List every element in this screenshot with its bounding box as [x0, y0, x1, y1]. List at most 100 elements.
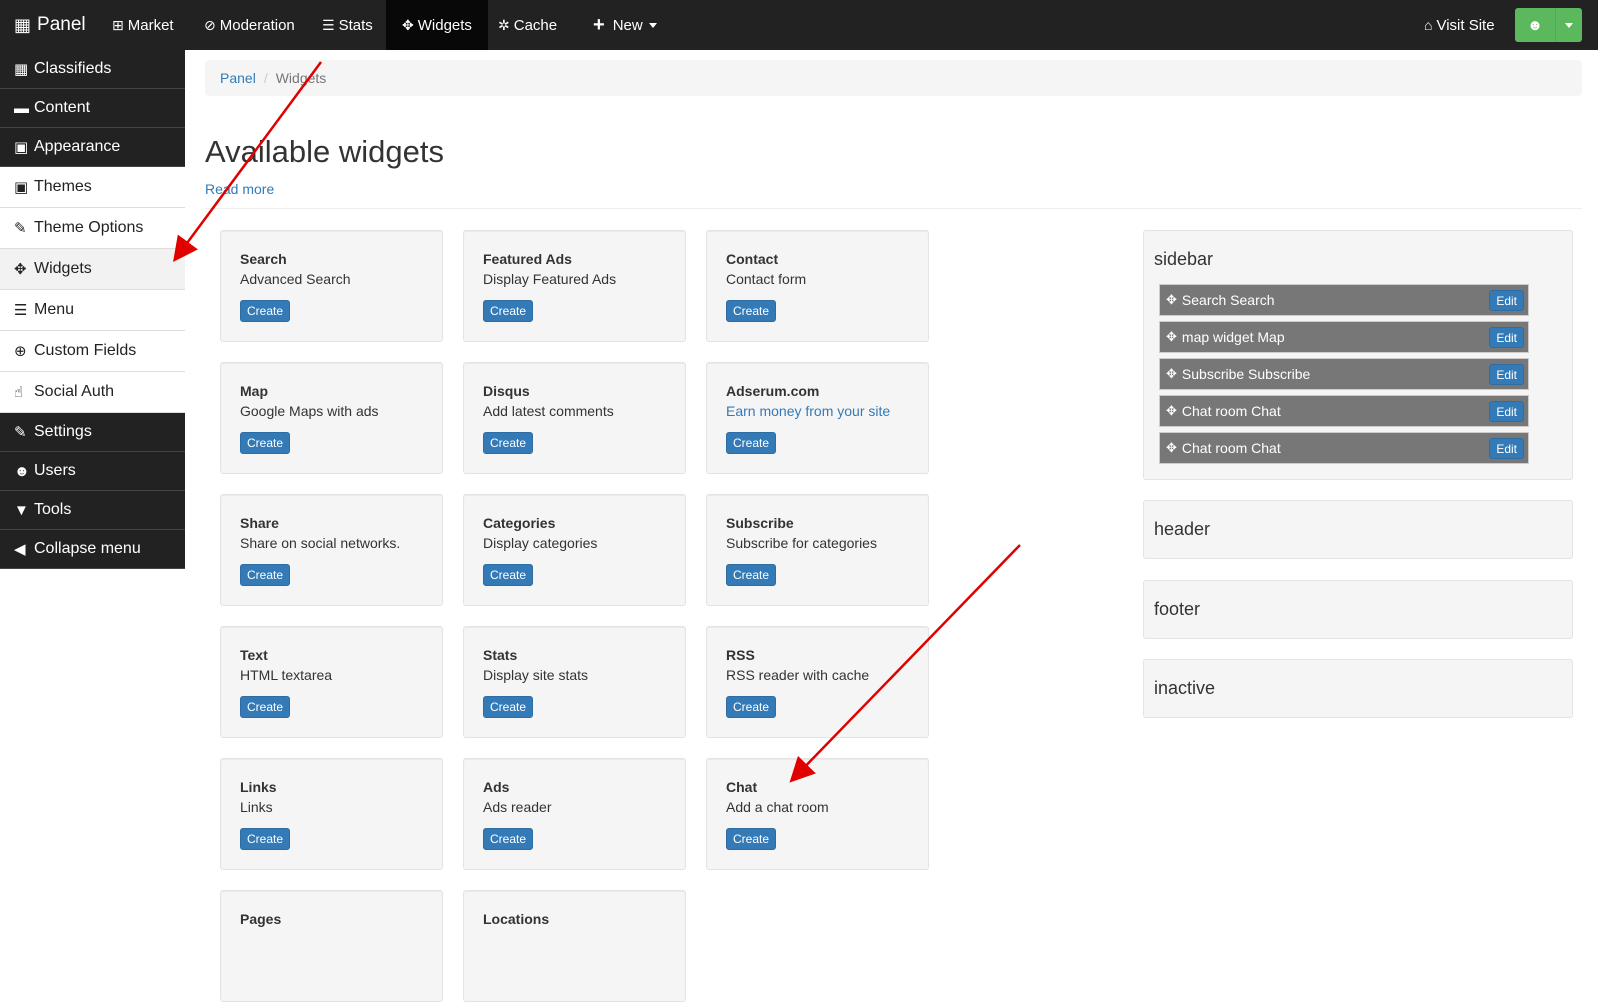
widget-description: Google Maps with ads	[240, 403, 379, 419]
nav-cache[interactable]: ✲ Cache	[486, 0, 569, 50]
breadcrumb-root-link[interactable]: Panel	[220, 70, 256, 86]
sidebar-item-users[interactable]: ☻ Users	[0, 452, 185, 491]
picture-icon: ▣	[14, 139, 29, 156]
move-icon: ✥	[14, 261, 27, 278]
widget-description: Links	[240, 799, 273, 815]
create-widget-button[interactable]: Create	[240, 696, 291, 718]
create-widget-button[interactable]: Create	[240, 564, 291, 586]
zone-widget-item[interactable]: ✥ map widget Map Edit	[1159, 321, 1529, 353]
sidebar-item-menu[interactable]: ☰ Menu	[0, 290, 185, 331]
sidebar-item-label: Widgets	[34, 260, 92, 277]
filter-icon: ▼	[14, 501, 29, 519]
edit-widget-button[interactable]: Edit	[1489, 401, 1524, 422]
create-widget-button[interactable]: Create	[726, 696, 777, 718]
create-widget-button[interactable]: Create	[240, 432, 291, 454]
widget-title: Disqus	[483, 383, 530, 399]
widget-title: Links	[240, 779, 277, 795]
create-widget-button[interactable]: Create	[726, 564, 777, 586]
zone-widget-item[interactable]: ✥ Chat room Chat Edit	[1159, 432, 1529, 464]
widget-title: Share	[240, 515, 279, 531]
create-widget-button[interactable]: Create	[726, 828, 777, 850]
brand-link[interactable]: ▦ Panel	[14, 0, 86, 50]
zone-widget-label: map widget Map	[1181, 329, 1285, 345]
edit-widget-button[interactable]: Edit	[1489, 438, 1524, 459]
sidebar-item-widgets[interactable]: ✥ Widgets	[0, 249, 185, 290]
nav-stats[interactable]: ☰ Stats	[310, 0, 385, 50]
widget-title: Pages	[240, 911, 282, 927]
move-icon[interactable]: ✥	[1166, 403, 1177, 419]
list-icon: ☰	[322, 16, 335, 33]
sidebar-item-theme-options[interactable]: ✎ Theme Options	[0, 208, 185, 249]
sidebar-item-tools[interactable]: ▼ Tools	[0, 491, 185, 530]
edit-widget-button[interactable]: Edit	[1489, 364, 1524, 385]
zone-widget-item[interactable]: ✥ Search Search Edit	[1159, 284, 1529, 316]
widget-description: Ads reader	[483, 799, 552, 815]
sidebar-item-appearance[interactable]: ▣ Appearance	[0, 128, 185, 167]
sidebar-item-settings[interactable]: ✎ Settings	[0, 413, 185, 452]
nav-widgets[interactable]: ✥ Widgets	[386, 0, 488, 50]
create-widget-button[interactable]: Create	[483, 300, 534, 322]
list-icon: ☰	[14, 302, 28, 319]
sidebar-item-content[interactable]: ▬ Content	[0, 89, 185, 128]
zone-title: footer	[1154, 599, 1201, 619]
sidebar-item-label: Classifieds	[34, 60, 112, 77]
create-widget-button[interactable]: Create	[483, 696, 534, 718]
sidebar-item-custom-fields[interactable]: ⊕ Custom Fields	[0, 331, 185, 372]
move-icon[interactable]: ✥	[1166, 292, 1177, 308]
create-widget-button[interactable]: Create	[726, 300, 777, 322]
market-icon: ⊞	[112, 16, 124, 33]
move-icon[interactable]: ✥	[1166, 329, 1177, 345]
widget-title: Adserum.com	[726, 383, 820, 399]
widget-title: RSS	[726, 647, 755, 663]
edit-widget-button[interactable]: Edit	[1489, 327, 1524, 348]
user-button[interactable]: ☻	[1515, 8, 1555, 42]
visit-site-label: Visit Site	[1436, 16, 1495, 34]
plus-icon: +	[593, 13, 605, 36]
widget-description: Display categories	[483, 535, 598, 551]
breadcrumb: Panel / Widgets	[205, 60, 1582, 96]
create-widget-button[interactable]: Create	[483, 828, 534, 850]
widget-card-chat: Chat Add a chat room Create	[706, 758, 929, 870]
visit-site-link[interactable]: ⌂ Visit Site	[1412, 0, 1507, 50]
breadcrumb-separator: /	[263, 70, 268, 86]
zone-widget-item[interactable]: ✥ Subscribe Subscribe Edit	[1159, 358, 1529, 390]
widget-card-ads: Ads Ads reader Create	[463, 758, 686, 870]
sidebar-item-themes[interactable]: ▣ Themes	[0, 167, 185, 208]
widget-description: Add latest comments	[483, 403, 614, 419]
move-icon[interactable]: ✥	[1166, 366, 1177, 382]
widget-description: Subscribe for categories	[726, 535, 877, 551]
widget-card-featured-ads: Featured Ads Display Featured Ads Create	[463, 230, 686, 342]
zone-widget-item[interactable]: ✥ Chat room Chat Edit	[1159, 395, 1529, 427]
read-more-link[interactable]: Read more	[205, 181, 274, 197]
nav-widgets-label: Widgets	[417, 16, 472, 34]
grid-icon: ▦	[14, 14, 32, 35]
widget-card-adserum-com: Adserum.com Earn money from your site Crea…	[706, 362, 929, 474]
create-widget-button[interactable]: Create	[240, 828, 291, 850]
sidebar-item-label: Custom Fields	[34, 342, 137, 359]
widget-card-text: Text HTML textarea Create	[220, 626, 443, 738]
create-widget-button[interactable]: Create	[483, 564, 534, 586]
edit-widget-button[interactable]: Edit	[1489, 290, 1524, 311]
create-widget-button[interactable]: Create	[240, 300, 291, 322]
nav-market[interactable]: ⊞ Market	[100, 0, 186, 50]
widget-description[interactable]: Earn money from your site	[726, 403, 890, 419]
home-icon: ⌂	[1424, 17, 1433, 33]
move-icon[interactable]: ✥	[1166, 440, 1177, 456]
widget-description: Share on social networks.	[240, 535, 401, 551]
widget-description: Display site stats	[483, 667, 589, 683]
nav-new-dropdown[interactable]: + New	[581, 0, 669, 50]
user-menu-group: ☻	[1515, 8, 1582, 42]
widget-title: Locations	[483, 911, 550, 927]
caret-down-icon	[648, 22, 657, 28]
nav-moderation[interactable]: ⊘ Moderation	[192, 0, 307, 50]
widget-card-locations: Locations	[463, 890, 686, 1002]
nav-new-label: New	[612, 16, 643, 34]
sidebar-item-social-auth[interactable]: ☝ Social Auth	[0, 372, 185, 413]
sidebar-item-classifieds[interactable]: ▦ Classifieds	[0, 50, 185, 89]
sidebar-item-collapse-menu[interactable]: ◀ Collapse menu	[0, 530, 185, 569]
user-icon: ☻	[1527, 16, 1543, 34]
create-widget-button[interactable]: Create	[726, 432, 777, 454]
user-dropdown-toggle[interactable]	[1555, 8, 1582, 42]
create-widget-button[interactable]: Create	[483, 432, 534, 454]
widget-title: Categories	[483, 515, 556, 531]
